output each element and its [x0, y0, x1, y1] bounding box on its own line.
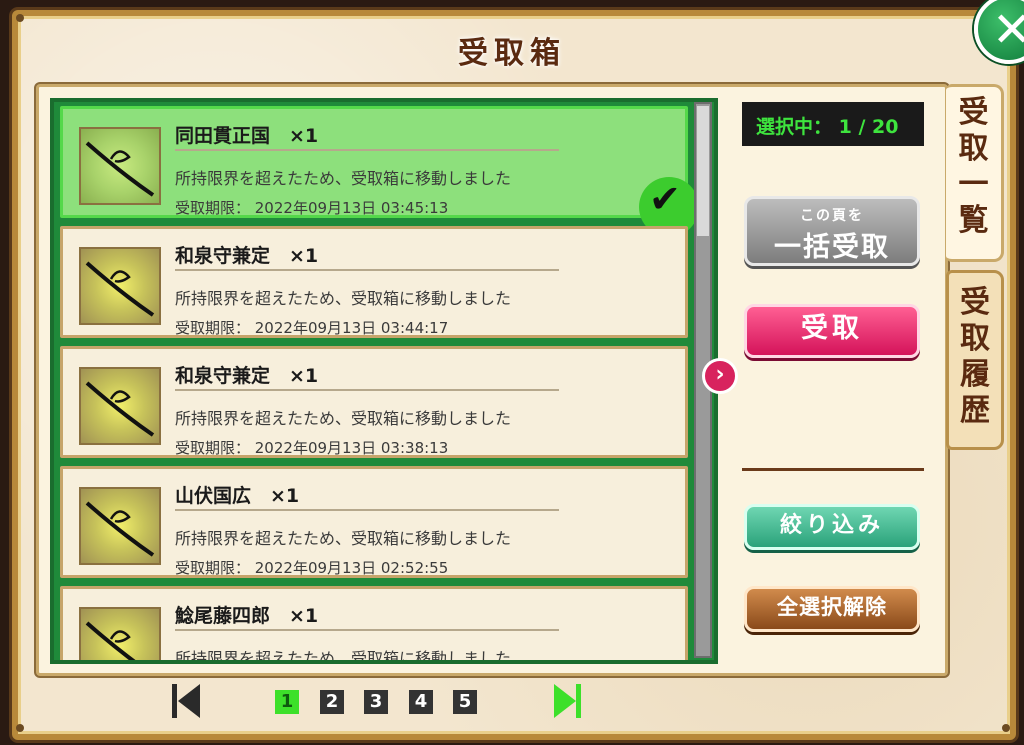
scroll-thumb[interactable]	[697, 106, 709, 236]
page-button-3[interactable]: 3	[364, 690, 388, 714]
first-page-button[interactable]	[172, 684, 200, 718]
last-page-icon	[576, 684, 581, 718]
tab-receive-history-label: 受取履歴	[960, 285, 990, 428]
divider	[175, 509, 559, 511]
deselect-all-button[interactable]: 全選択解除	[744, 586, 920, 632]
first-page-icon	[172, 684, 177, 718]
last-page-icon-arrow	[554, 684, 576, 718]
list-item[interactable]: 鯰尾藤四郎 ×1 所持限界を超えたため、受取箱に移動しました	[60, 586, 688, 664]
receive-button[interactable]: 受取	[744, 304, 920, 358]
item-deadline: 受取期限： 2022年09月13日 03:38:13	[175, 439, 449, 457]
page-button-1[interactable]: 1	[275, 690, 299, 714]
item-name: 同田貫正国 ×1	[175, 125, 319, 147]
sword-icon	[85, 621, 136, 660]
tab-receive-list[interactable]: 受取一覧	[946, 84, 1004, 262]
selection-count: 選択中： 1 / 20	[742, 102, 924, 146]
filter-button[interactable]: 絞り込み	[744, 504, 920, 550]
list-item[interactable]: 和泉守兼定 ×1 所持限界を超えたため、受取箱に移動しました 受取期限： 202…	[60, 226, 688, 338]
sword-thumbnail	[79, 367, 161, 445]
sword-icon	[85, 261, 155, 317]
divider	[175, 389, 559, 391]
page-title: 受取箱	[458, 36, 566, 71]
item-deadline: 受取期限： 2022年09月13日 03:45:13	[175, 199, 449, 217]
frame-rivet	[1002, 724, 1010, 732]
page-button-4[interactable]: 4	[409, 690, 433, 714]
divider	[175, 149, 559, 151]
sword-thumbnail	[79, 487, 161, 565]
list-item[interactable]: 和泉守兼定 ×1 所持限界を超えたため、受取箱に移動しました 受取期限： 202…	[60, 346, 688, 458]
item-deadline: 受取期限： 2022年09月13日 03:44:17	[175, 319, 449, 337]
sword-thumbnail	[79, 247, 161, 325]
frame-rivet	[16, 14, 24, 22]
item-name: 鯰尾藤四郎 ×1	[175, 605, 319, 627]
close-icon: ✕	[992, 2, 1024, 58]
item-description: 所持限界を超えたため、受取箱に移動しました	[175, 169, 512, 188]
item-name: 和泉守兼定 ×1	[175, 365, 319, 387]
item-deadline: 受取期限： 2022年09月13日 02:52:55	[175, 559, 449, 577]
item-list: 同田貫正国 ×1 所持限界を超えたため、受取箱に移動しました 受取期限： 202…	[50, 98, 718, 664]
item-description: 所持限界を超えたため、受取箱に移動しました	[175, 529, 512, 548]
tab-receive-history[interactable]: 受取履歴	[946, 270, 1004, 450]
list-item[interactable]: 山伏国広 ×1 所持限界を超えたため、受取箱に移動しました 受取期限： 2022…	[60, 466, 688, 578]
sword-thumbnail	[79, 127, 161, 205]
item-description: 所持限界を超えたため、受取箱に移動しました	[175, 409, 512, 428]
sword-icon	[85, 381, 155, 437]
divider	[175, 269, 559, 271]
tab-receive-list-label: 受取一覧	[958, 95, 989, 238]
chevron-right-icon[interactable]: ›	[702, 358, 738, 394]
sword-thumbnail	[79, 607, 161, 660]
page-button-2[interactable]: 2	[320, 690, 344, 714]
first-page-icon-arrow	[178, 684, 200, 718]
bulk-receive-label: 一括受取	[774, 232, 890, 263]
frame-rivet	[16, 724, 24, 732]
bulk-receive-sublabel: この頁を	[800, 208, 864, 224]
page-button-5[interactable]: 5	[453, 690, 477, 714]
item-description: 所持限界を超えたため、受取箱に移動しました	[175, 649, 512, 664]
bulk-receive-button[interactable]: この頁を 一括受取	[744, 196, 920, 266]
button-divider	[742, 468, 924, 471]
last-page-button[interactable]	[554, 684, 582, 718]
item-name: 和泉守兼定 ×1	[175, 245, 319, 267]
sword-icon	[85, 501, 155, 557]
item-name: 山伏国広 ×1	[175, 485, 300, 507]
sword-icon	[85, 141, 155, 197]
divider	[175, 629, 559, 631]
list-item-selected[interactable]: 同田貫正国 ×1 所持限界を超えたため、受取箱に移動しました 受取期限： 202…	[60, 106, 699, 237]
item-description: 所持限界を超えたため、受取箱に移動しました	[175, 289, 512, 308]
